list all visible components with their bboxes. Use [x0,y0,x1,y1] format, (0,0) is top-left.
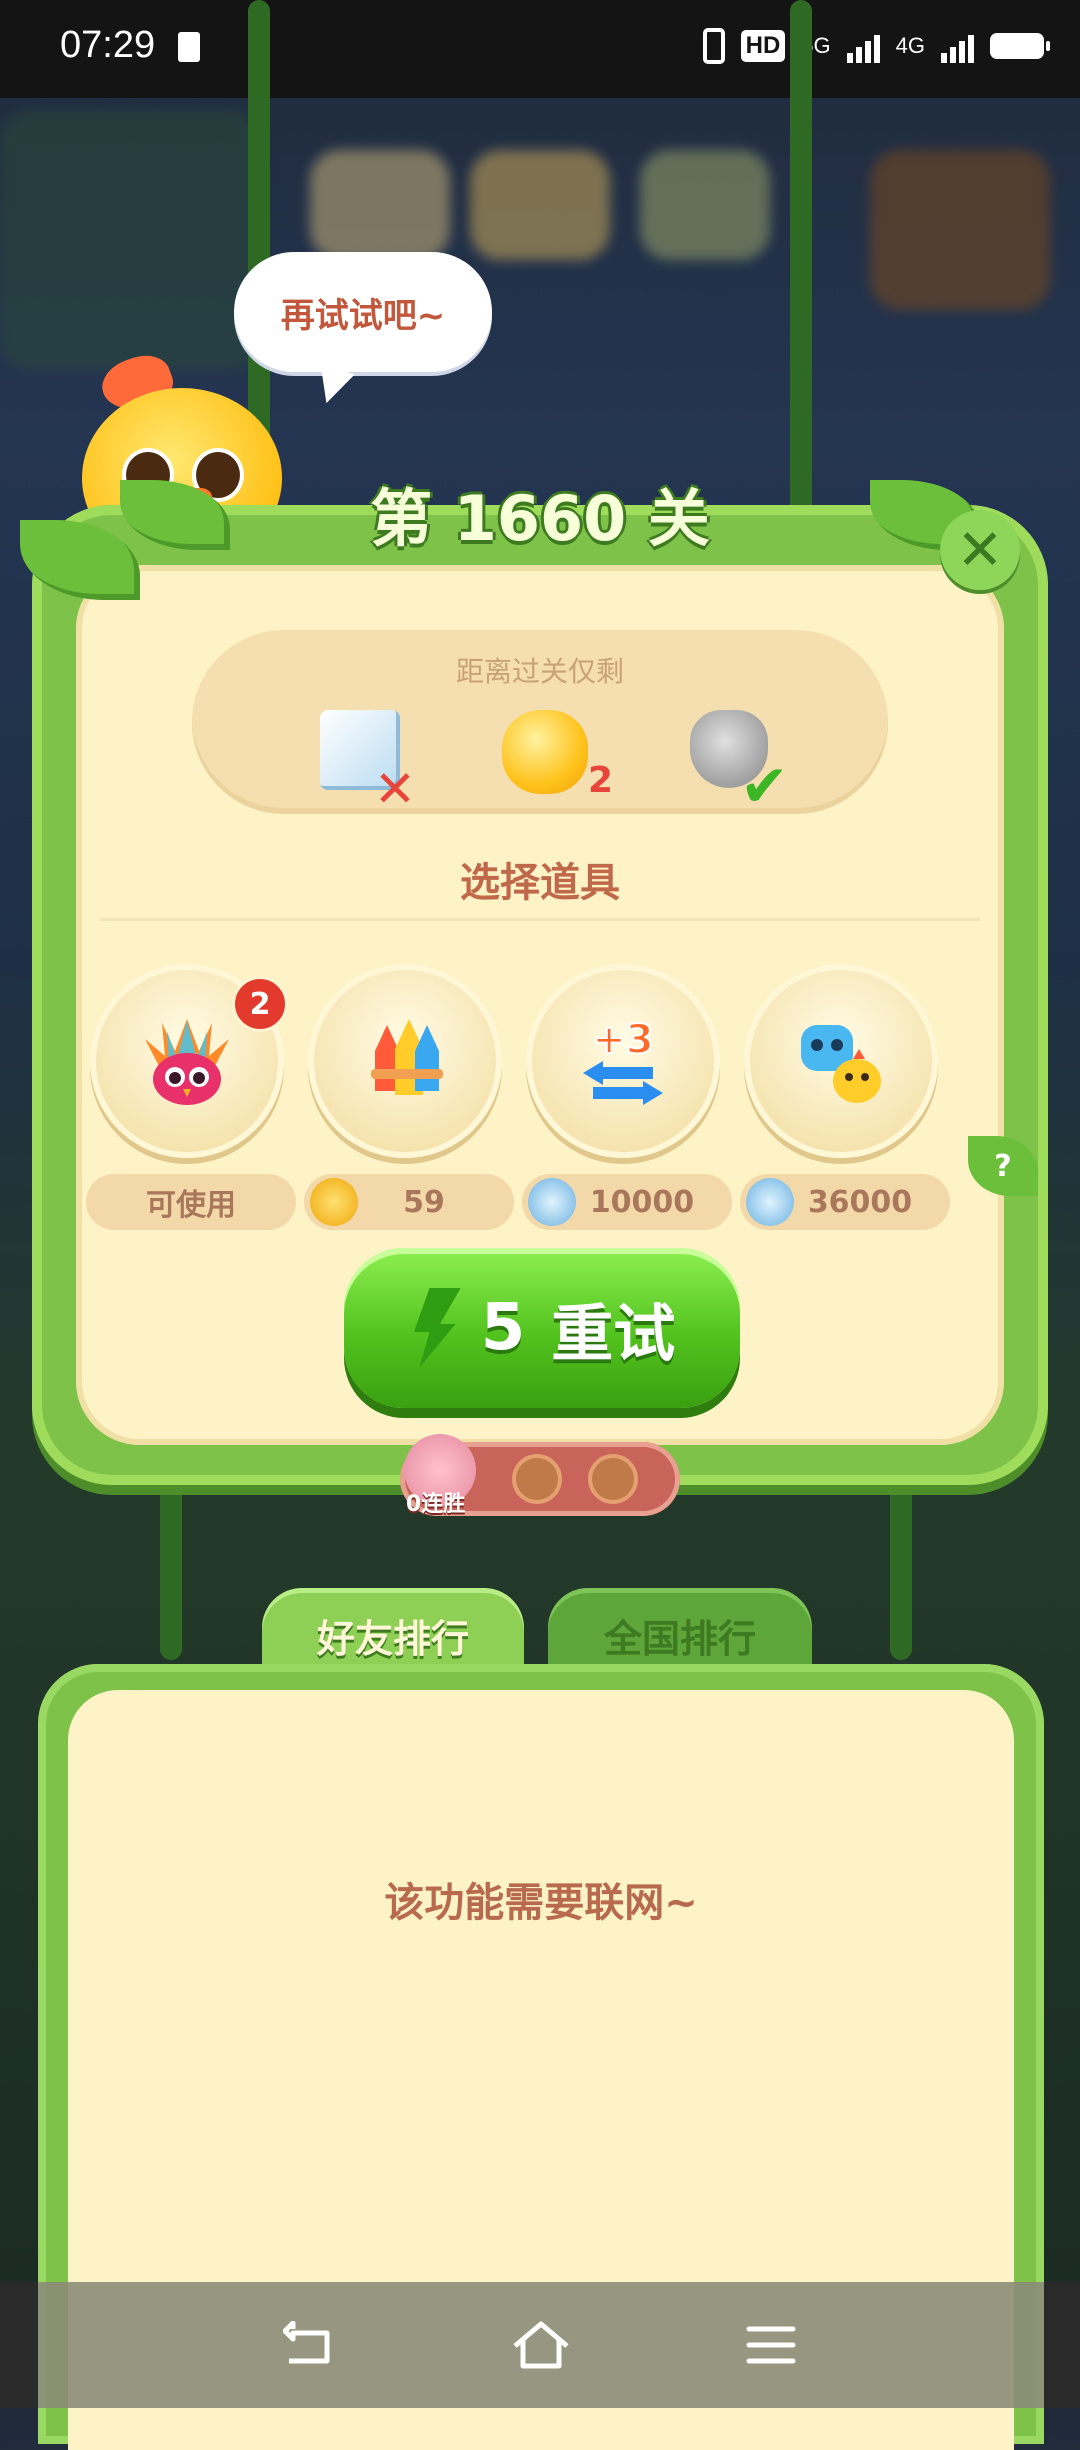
status-bar: 07:29 HD 5G 4G [0,0,1080,98]
goals-label: 距离过关仅剩 [455,655,624,688]
bg-item-5 [0,110,260,370]
bg-item-4 [870,150,1050,310]
booster-count-badge: 2 [232,976,288,1032]
home-icon [513,2321,569,2369]
status-time: 07:29 [60,24,156,66]
bg-item-3 [640,150,770,260]
failed-x-icon: ✕ [374,760,416,818]
clipboard-notification-icon [178,32,200,62]
yellow-jelly-icon [502,710,588,794]
available-label: 可使用 [146,1188,236,1223]
back-icon [283,2321,330,2364]
win-streak-bar: 0连胜 [400,1434,680,1517]
goals-remaining: 距离过关仅剩 ✕ 2 ✔ [192,630,888,820]
plus-three-moves-icon: +3 [583,1016,663,1105]
signal-4g-icon [941,29,974,63]
bg-item-1 [310,150,450,260]
menu-button[interactable] [741,2315,801,2375]
retry-energy-cost: 5 [480,1291,526,1365]
network-required-message: 该功能需要联网~ [384,1880,698,1926]
bg-item-2 [470,150,610,260]
speech-bubble: 再试试吧~ [234,252,492,372]
booster-plus-three-moves[interactable]: +3 [526,964,720,1158]
booster-rockets[interactable] [308,964,502,1158]
jelly-remaining-count: 2 [588,760,614,801]
nav-side-right [1044,2282,1080,2408]
swap-price-value: 36000 [807,1184,913,1220]
svg-text:+3: +3 [592,1017,653,1063]
rockets-price-value: 59 [403,1184,445,1220]
menu-icon [746,2326,796,2364]
retry-button[interactable]: 5 重试 [344,1248,740,1408]
vibrate-icon [702,28,725,64]
win-streak-text: 0连胜 [406,1492,466,1517]
close-icon: ✕ [956,517,1004,583]
question-icon: ? [994,1148,1012,1184]
booster-moves-price: 10000 [522,1174,732,1230]
system-navigation-bar [38,2282,1044,2408]
booster-swap-price: 36000 [740,1174,950,1230]
booster-rockets-price: 59 [304,1174,514,1230]
check-icon: ✔ [740,752,789,820]
hippo-chick-swap-icon [801,1025,881,1103]
battery-icon [990,33,1050,59]
retry-label: 重试 [551,1297,676,1370]
silver-coin-icon [746,1178,794,1226]
status-icons: HD 5G 4G [702,28,1050,64]
divider [100,918,980,921]
speech-bubble-text: 再试试吧~ [280,295,446,336]
energy-bolt-icon [413,1288,461,1368]
streak-chick-icon [588,1454,638,1504]
network-4g-label: 4G [895,33,925,58]
vine-bottom-left [160,1480,182,1660]
moves-price-value: 10000 [589,1184,695,1220]
level-title: 第 1660 关 [370,482,710,555]
back-button[interactable] [281,2315,341,2375]
silver-coin-icon [528,1178,576,1226]
close-button[interactable]: ✕ [940,510,1020,590]
signal-5g-icon [846,29,880,63]
rainbow-owl-icon [145,1019,229,1105]
home-button[interactable] [511,2315,571,2375]
vine-right [790,0,812,520]
nav-side-left [0,2282,38,2408]
booster-owl-available: 可使用 [86,1174,296,1230]
vine-bottom-right [890,1480,912,1660]
booster-swap[interactable] [744,964,938,1158]
streak-chick-icon [512,1454,562,1504]
gold-coin-icon [310,1178,358,1226]
rockets-icon [371,1019,443,1095]
hd-network-icon: HD [740,30,786,62]
booster-section-title: 选择道具 [460,860,620,906]
